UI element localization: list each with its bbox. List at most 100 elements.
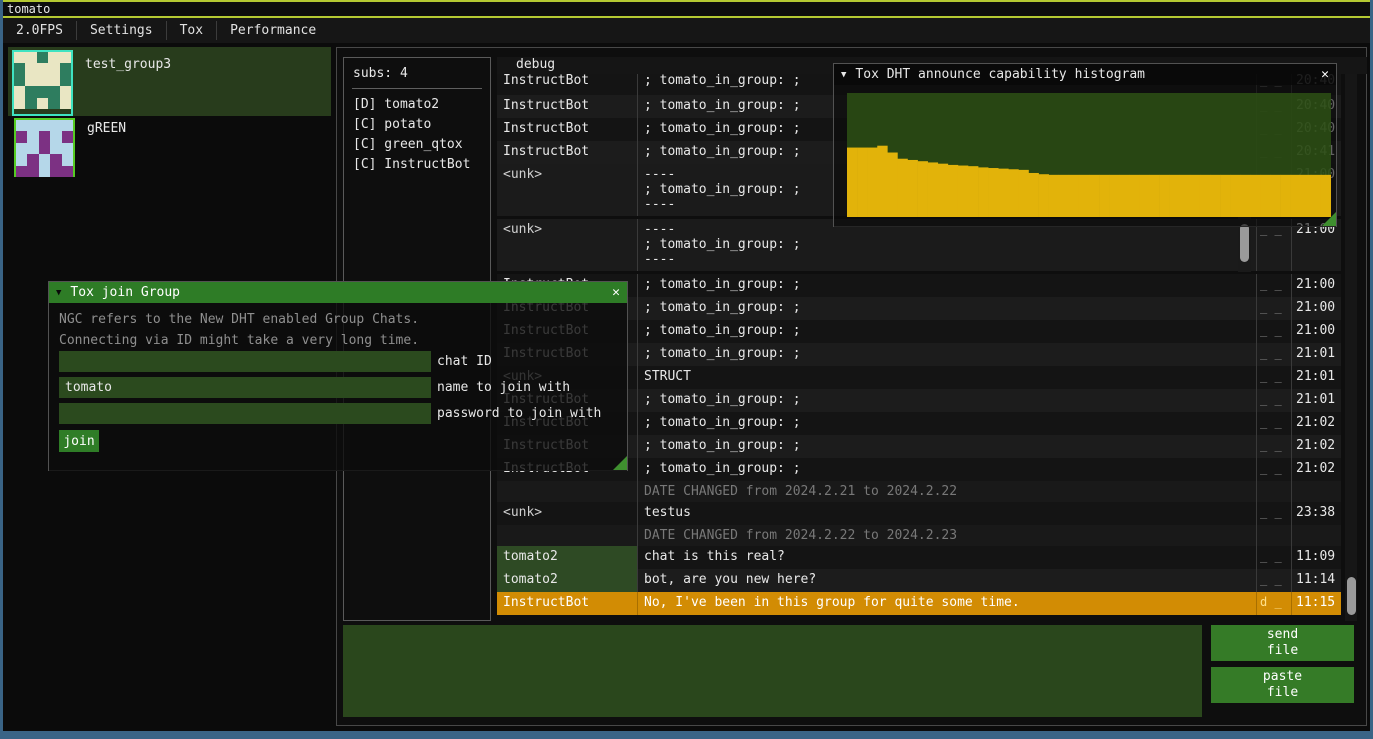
close-icon[interactable]: ✕ [1321,67,1329,82]
group-name: test_group3 [85,57,171,116]
join-password-label: password to join with [437,403,601,424]
send-file-button[interactable]: send file [1211,625,1354,661]
close-icon[interactable]: ✕ [612,285,620,300]
chat-scrollbar-handle[interactable] [1347,577,1356,615]
message-input[interactable] [343,625,1202,717]
window-titlebar[interactable]: tomato [0,0,1373,18]
group-avatar-icon [12,50,73,116]
paste-file-label-line1: paste [1263,669,1302,685]
menu-performance[interactable]: Performance [217,18,329,43]
sidebar-item-green[interactable]: gREEN [8,116,331,177]
send-file-label-line1: send [1267,627,1298,643]
message-flags: _ _ [1256,297,1291,320]
join-button[interactable]: join [59,430,99,452]
resize-grip-icon[interactable] [613,456,627,470]
join-group-titlebar[interactable]: ▼ Tox join Group ✕ [49,282,627,303]
message-sender: <unk> [497,502,637,525]
menu-settings[interactable]: Settings [77,18,166,43]
member-item[interactable]: [C] potato [344,115,490,135]
message-timestamp: 21:01 [1291,343,1340,366]
message-timestamp [1291,481,1340,502]
paste-file-button[interactable]: paste file [1211,667,1354,703]
message-timestamp: 11:09 [1291,546,1340,569]
message-flags: _ _ [1256,569,1291,592]
message-sender: <unk> [497,219,637,271]
message-timestamp: 23:38 [1291,502,1340,525]
message-sender: InstructBot [497,592,637,615]
resize-grip-icon[interactable] [1322,212,1336,226]
message-flags: _ _ [1256,274,1291,297]
paste-file-label-line2: file [1267,685,1298,701]
chat-message-row[interactable]: tomato2bot, are you new here?_ _11:14 [497,569,1341,592]
member-item[interactable]: [C] InstructBot [344,155,490,175]
message-sender: <unk> [497,164,637,216]
message-timestamp: 21:01 [1291,389,1340,412]
group-name: gREEN [87,121,126,177]
message-flags: _ _ [1256,502,1291,525]
join-group-title: Tox join Group [70,285,180,300]
dht-histogram-title: Tox DHT announce capability histogram [855,67,1145,82]
message-timestamp: 21:02 [1291,435,1340,458]
message-flags: _ _ [1256,458,1291,481]
date-changed-row[interactable]: DATE CHANGED from 2024.2.22 to 2024.2.23 [497,525,1341,546]
join-group-window: ▼ Tox join Group ✕ NGC refers to the New… [48,281,628,471]
message-flags: _ _ [1256,320,1291,343]
chat-message-row[interactable]: InstructBotNo, I've been in this group f… [497,592,1341,615]
message-sender: tomato2 [497,569,637,592]
send-file-label-line2: file [1267,643,1298,659]
message-timestamp: 21:02 [1291,458,1340,481]
message-sender: InstructBot [497,118,637,141]
message-text: STRUCT [637,366,1256,389]
member-list: [D] tomato2[C] potato[C] green_qtox[C] I… [344,95,490,175]
dht-histogram-titlebar[interactable]: ▼ Tox DHT announce capability histogram … [834,64,1336,85]
message-text: bot, are you new here? [637,569,1256,592]
collapse-icon[interactable]: ▼ [841,70,846,80]
collapse-icon[interactable]: ▼ [56,288,61,298]
message-flags: _ _ [1256,366,1291,389]
message-text: ; tomato_in_group: ; [637,412,1256,435]
message-timestamp: 21:01 [1291,366,1340,389]
member-item[interactable]: [C] green_qtox [344,135,490,155]
menu-tox[interactable]: Tox [167,18,216,43]
message-text: chat is this real? [637,546,1256,569]
message-flags: d _ [1256,592,1291,615]
message-timestamp: 21:00 [1291,274,1340,297]
sidebar-item-test-group3[interactable]: test_group3 [8,47,331,116]
join-password-field[interactable] [59,403,431,424]
chat-message-row[interactable]: tomato2chat is this real?_ _11:09 [497,546,1341,569]
message-timestamp: 21:02 [1291,412,1340,435]
message-text: ; tomato_in_group: ; [637,389,1256,412]
divider [352,88,482,89]
chat-id-label: chat ID [437,351,492,372]
join-name-field[interactable] [59,377,431,398]
message-timestamp: 11:15 [1291,592,1340,615]
menu-bar: 2.0FPS Settings Tox Performance [3,18,1370,43]
dht-histogram-window: ▼ Tox DHT announce capability histogram … [833,63,1337,227]
chat-scrollbar-track[interactable] [1345,74,1357,621]
message-sender: InstructBot [497,141,637,164]
date-changed-row[interactable]: DATE CHANGED from 2024.2.21 to 2024.2.22 [497,481,1341,502]
message-sender [497,481,637,502]
message-flags: _ _ [1256,435,1291,458]
message-timestamp: 11:14 [1291,569,1340,592]
message-flags: _ _ [1256,389,1291,412]
join-name-label: name to join with [437,377,570,398]
chat-message-row[interactable]: <unk>testus_ _23:38 [497,502,1341,525]
member-item[interactable]: [D] tomato2 [344,95,490,115]
message-sender: InstructBot [497,95,637,118]
message-text: No, I've been in this group for quite so… [637,592,1256,615]
message-text: ; tomato_in_group: ; [637,320,1256,343]
chat-id-field[interactable] [59,351,431,372]
message-sender: tomato2 [497,546,637,569]
message-timestamp [1291,525,1340,546]
message-sender [497,525,637,546]
menu-fps: 2.0FPS [3,18,76,43]
message-flags: _ _ [1256,343,1291,366]
group-avatar-icon [14,118,75,177]
window-title: tomato [7,2,50,16]
log-scrollbar-handle[interactable] [1240,224,1249,262]
message-text: ; tomato_in_group: ; [637,435,1256,458]
message-text: DATE CHANGED from 2024.2.22 to 2024.2.23 [637,525,1256,546]
message-flags: _ _ [1256,546,1291,569]
subs-count: subs: 4 [344,58,490,81]
